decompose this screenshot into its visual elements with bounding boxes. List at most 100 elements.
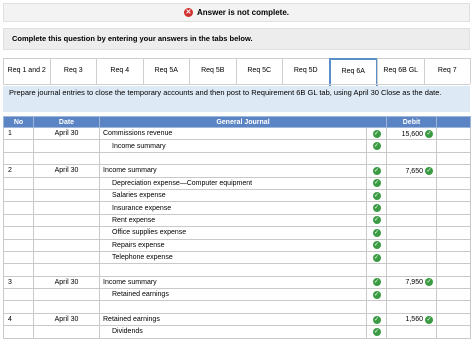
date-cell[interactable]: April 30 — [33, 126, 100, 141]
debit-cell[interactable]: 7,950 ✓ — [386, 275, 437, 290]
tab-req-5c[interactable]: Req 5C — [235, 58, 283, 84]
credit-cell[interactable] — [436, 312, 471, 327]
date-cell[interactable]: April 30 — [33, 164, 100, 178]
credit-cell[interactable] — [436, 201, 471, 215]
account-check-cell: ✓ — [366, 275, 387, 290]
check-icon: ✓ — [425, 315, 433, 324]
debit-cell[interactable] — [386, 139, 437, 153]
date-cell[interactable] — [33, 176, 100, 190]
debit-cell[interactable] — [386, 201, 437, 215]
date-cell[interactable] — [33, 288, 100, 302]
tab-req-6a[interactable]: Req 6A — [328, 58, 378, 86]
debit-cell[interactable] — [386, 226, 437, 240]
table-row — [3, 263, 471, 277]
debit-cell[interactable] — [386, 250, 437, 265]
account-cell[interactable]: Commissions revenue — [99, 126, 367, 141]
account-check-cell: ✓ — [366, 226, 387, 240]
debit-cell[interactable]: 15,600 ✓ — [386, 126, 437, 141]
entry-number-cell — [3, 213, 34, 228]
credit-cell[interactable] — [436, 226, 471, 240]
account-check-cell — [366, 151, 387, 166]
date-cell[interactable] — [33, 139, 100, 153]
tab-req-4[interactable]: Req 4 — [96, 58, 144, 84]
tab-req-5b[interactable]: Req 5B — [189, 58, 237, 84]
debit-value: 15,600 — [401, 130, 423, 138]
account-cell[interactable] — [99, 263, 367, 277]
debit-cell[interactable] — [386, 288, 437, 302]
date-cell[interactable]: April 30 — [33, 275, 100, 290]
account-cell[interactable]: Rent expense — [99, 213, 367, 228]
entry-number-cell — [3, 300, 34, 314]
credit-cell[interactable] — [436, 325, 471, 339]
debit-cell[interactable]: 7,650 ✓ — [386, 164, 437, 178]
credit-cell[interactable] — [436, 213, 471, 228]
account-check-cell: ✓ — [366, 176, 387, 190]
credit-cell[interactable] — [436, 176, 471, 190]
date-cell[interactable] — [33, 213, 100, 228]
credit-cell[interactable] — [436, 263, 471, 277]
tab-req-5a[interactable]: Req 5A — [142, 58, 190, 84]
tab-req-6b-gl[interactable]: Req 6B GL — [377, 58, 425, 84]
account-cell[interactable]: Telephone expense — [99, 250, 367, 265]
debit-cell[interactable] — [386, 188, 437, 203]
credit-cell[interactable] — [436, 139, 471, 153]
table-row — [3, 300, 471, 314]
account-cell[interactable]: Salaries expense — [99, 188, 367, 203]
debit-cell[interactable] — [386, 176, 437, 190]
date-cell[interactable] — [33, 263, 100, 277]
credit-cell[interactable] — [436, 151, 471, 166]
account-cell[interactable] — [99, 300, 367, 314]
credit-cell[interactable] — [436, 164, 471, 178]
account-cell[interactable]: Income summary — [99, 139, 367, 153]
credit-cell[interactable] — [436, 300, 471, 314]
credit-cell[interactable] — [436, 188, 471, 203]
credit-cell[interactable] — [436, 238, 471, 252]
tab-req-1-and-2[interactable]: Req 1 and 2 — [3, 58, 51, 84]
credit-cell[interactable] — [436, 288, 471, 302]
check-icon: ✓ — [425, 278, 433, 287]
table-row: 2 April 30 Income summary ✓ 7,650 ✓ — [3, 164, 471, 178]
tab-req-5d[interactable]: Req 5D — [282, 58, 330, 84]
debit-cell[interactable] — [386, 325, 437, 339]
check-icon: ✓ — [372, 327, 381, 336]
credit-cell[interactable] — [436, 126, 471, 141]
tab-req-3[interactable]: Req 3 — [49, 58, 97, 84]
check-icon: ✓ — [372, 216, 381, 225]
account-check-cell — [366, 300, 387, 314]
date-cell[interactable] — [33, 325, 100, 339]
debit-cell[interactable] — [386, 263, 437, 277]
tab-req-7[interactable]: Req 7 — [423, 58, 471, 84]
debit-cell[interactable] — [386, 238, 437, 252]
account-cell[interactable]: Dividends — [99, 325, 367, 339]
account-cell[interactable] — [99, 151, 367, 166]
date-cell[interactable] — [33, 238, 100, 252]
account-cell[interactable]: Insurance expense — [99, 201, 367, 215]
date-cell[interactable] — [33, 201, 100, 215]
date-cell[interactable] — [33, 250, 100, 265]
date-cell[interactable] — [33, 300, 100, 314]
account-cell[interactable]: Income summary — [99, 275, 367, 290]
account-cell[interactable]: Office supplies expense — [99, 226, 367, 240]
debit-cell[interactable]: 1,560 ✓ — [386, 312, 437, 327]
entry-number-cell — [3, 176, 34, 190]
debit-cell[interactable] — [386, 300, 437, 314]
check-icon: ✓ — [372, 142, 381, 151]
credit-cell[interactable] — [436, 250, 471, 265]
date-cell[interactable] — [33, 151, 100, 166]
date-cell[interactable] — [33, 188, 100, 203]
entry-number-cell: 3 — [3, 275, 34, 290]
date-cell[interactable]: April 30 — [33, 312, 100, 327]
account-cell[interactable]: Income summary — [99, 164, 367, 178]
account-cell[interactable]: Repairs expense — [99, 238, 367, 252]
date-cell[interactable] — [33, 226, 100, 240]
account-cell[interactable]: Depreciation expense—Computer equipment — [99, 176, 367, 190]
entry-number-cell — [3, 288, 34, 302]
credit-cell[interactable] — [436, 275, 471, 290]
task-description: Prepare journal entries to close the tem… — [3, 86, 470, 112]
check-icon: ✓ — [372, 315, 381, 324]
account-cell[interactable]: Retained earnings — [99, 288, 367, 302]
header-general-journal: General Journal — [99, 116, 387, 128]
account-cell[interactable]: Retained earnings — [99, 312, 367, 327]
debit-cell[interactable] — [386, 151, 437, 166]
debit-cell[interactable] — [386, 213, 437, 228]
